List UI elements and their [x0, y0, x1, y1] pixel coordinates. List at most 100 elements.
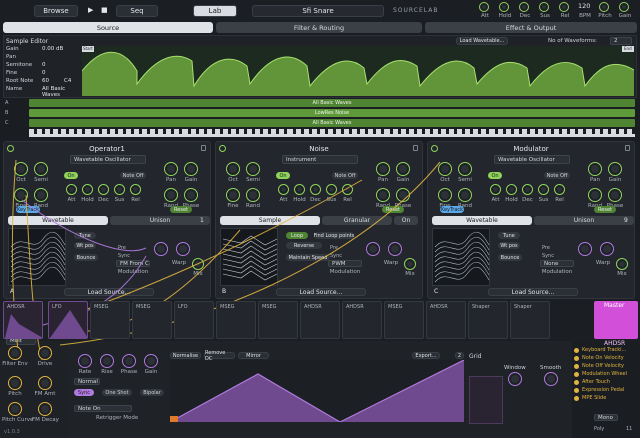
- knob-phase[interactable]: [184, 188, 198, 202]
- on-toggle[interactable]: On: [276, 172, 290, 179]
- black-key[interactable]: [66, 129, 70, 134]
- source-dot[interactable]: [574, 388, 579, 393]
- on-toggle[interactable]: On: [488, 172, 502, 179]
- env-knob-dec[interactable]: [522, 184, 533, 195]
- macro-knob-att[interactable]: [479, 2, 489, 12]
- mod-source-item[interactable]: MPE Slide: [582, 395, 606, 401]
- black-key[interactable]: [42, 129, 46, 134]
- keyboard-strip[interactable]: [29, 129, 635, 137]
- mod-slot-2[interactable]: MSEG: [90, 301, 130, 339]
- tab-effect-output[interactable]: Effect & Output: [425, 22, 637, 33]
- mod-knob[interactable]: [600, 242, 614, 256]
- env-knob-rel[interactable]: [130, 184, 141, 195]
- knob-fine[interactable]: [226, 188, 240, 202]
- black-key[interactable]: [139, 129, 143, 134]
- smooth-knob[interactable]: [544, 372, 558, 386]
- type-select[interactable]: Instrument: [282, 155, 358, 164]
- lock-icon[interactable]: [625, 145, 630, 151]
- black-key[interactable]: [623, 129, 627, 134]
- waveforms-count[interactable]: 2: [610, 37, 632, 45]
- bounce-select[interactable]: Bounce: [74, 254, 98, 261]
- modulation-select[interactable]: FM From C: [116, 260, 150, 267]
- tune-button[interactable]: Tune: [498, 232, 520, 239]
- black-key[interactable]: [90, 129, 94, 134]
- export-button[interactable]: Export...: [412, 352, 440, 359]
- tune-button[interactable]: Loop: [286, 232, 308, 239]
- black-key[interactable]: [114, 129, 118, 134]
- black-key[interactable]: [486, 129, 490, 134]
- knob-rand[interactable]: [34, 188, 48, 202]
- source-tab[interactable]: Unison: [534, 216, 634, 225]
- knob-pitch-curve[interactable]: [8, 402, 22, 416]
- black-key[interactable]: [203, 129, 207, 134]
- env-knob-sus[interactable]: [326, 184, 337, 195]
- wavetable-view[interactable]: [220, 228, 278, 286]
- black-key[interactable]: [316, 129, 320, 134]
- preset-display[interactable]: Sfi Snare: [252, 5, 384, 17]
- modulation-select[interactable]: None: [540, 260, 574, 267]
- keytrack-toggle[interactable]: KeyTrack: [440, 206, 464, 213]
- source-tab[interactable]: Granular: [322, 216, 392, 225]
- source-dot[interactable]: [574, 380, 579, 385]
- black-key[interactable]: [155, 129, 159, 134]
- end-marker[interactable]: End: [624, 46, 632, 51]
- black-key[interactable]: [324, 129, 328, 134]
- black-key[interactable]: [268, 129, 272, 134]
- black-key[interactable]: [341, 129, 345, 134]
- mix-knob[interactable]: [192, 258, 204, 270]
- macro-knob-sus[interactable]: [539, 2, 549, 12]
- unison-voices[interactable]: 9: [624, 217, 628, 224]
- black-key[interactable]: [494, 129, 498, 134]
- tune-button[interactable]: Tune: [74, 232, 96, 239]
- macro-knob-dec[interactable]: [519, 2, 529, 12]
- black-key[interactable]: [292, 129, 296, 134]
- env-knob-hold[interactable]: [506, 184, 517, 195]
- lfo-knob-gain[interactable]: [144, 354, 158, 368]
- knob-oct[interactable]: [226, 162, 240, 176]
- black-key[interactable]: [454, 129, 458, 134]
- black-key[interactable]: [583, 129, 587, 134]
- black-key[interactable]: [446, 129, 450, 134]
- black-key[interactable]: [478, 129, 482, 134]
- type-select[interactable]: Wavetable Oscillator: [70, 155, 146, 164]
- mod-slot-3[interactable]: MSEG: [132, 301, 172, 339]
- black-key[interactable]: [122, 129, 126, 134]
- bpm-value[interactable]: 120: [578, 2, 590, 10]
- black-key[interactable]: [470, 129, 474, 134]
- param-value[interactable]: 60: [42, 78, 49, 84]
- black-key[interactable]: [534, 129, 538, 134]
- black-key[interactable]: [98, 129, 102, 134]
- black-key[interactable]: [179, 129, 183, 134]
- lfo-knob-rate[interactable]: [78, 354, 92, 368]
- bounce-select[interactable]: Bounce: [498, 254, 522, 261]
- track-strip-b[interactable]: LowRes Noise: [29, 109, 635, 117]
- black-key[interactable]: [58, 129, 62, 134]
- param-value[interactable]: 0: [42, 70, 46, 76]
- source-dot[interactable]: [574, 356, 579, 361]
- mod-slot-9[interactable]: MSEG: [384, 301, 424, 339]
- knob-fine[interactable]: [14, 188, 28, 202]
- play-button[interactable]: ▶: [88, 6, 93, 14]
- mod-knob[interactable]: [176, 242, 190, 256]
- load-source-button[interactable]: Load Source...: [64, 288, 154, 296]
- env-knob-dec[interactable]: [98, 184, 109, 195]
- load-source-button[interactable]: Load Source...: [276, 288, 366, 296]
- knob-semi[interactable]: [34, 162, 48, 176]
- env-knob-rel[interactable]: [342, 184, 353, 195]
- macro-knob-rel[interactable]: [559, 2, 569, 12]
- source-tab[interactable]: Wavetable: [432, 216, 532, 225]
- browse-button[interactable]: Browse: [34, 5, 78, 17]
- tab-filter-routing[interactable]: Filter & Routing: [216, 22, 422, 33]
- knob-rand[interactable]: [588, 188, 602, 202]
- black-key[interactable]: [559, 129, 563, 134]
- type-select[interactable]: Wavetable Oscillator: [494, 155, 570, 164]
- stop-button[interactable]: ■: [101, 6, 108, 14]
- macro-knob-pitch[interactable]: [599, 2, 609, 12]
- black-key[interactable]: [438, 129, 441, 134]
- load-source-button[interactable]: Load Source...: [488, 288, 578, 296]
- macro-knob-gain[interactable]: [619, 2, 629, 12]
- black-key[interactable]: [130, 129, 134, 134]
- black-key[interactable]: [349, 129, 353, 134]
- black-key[interactable]: [219, 129, 223, 134]
- black-key[interactable]: [308, 129, 312, 134]
